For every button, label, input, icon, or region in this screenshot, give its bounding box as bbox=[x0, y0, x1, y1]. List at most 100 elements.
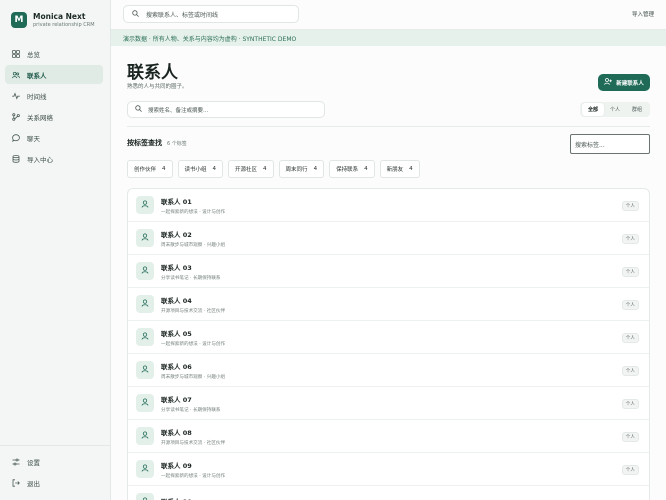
grid-icon bbox=[12, 49, 20, 58]
person-icon bbox=[141, 431, 149, 441]
contact-row[interactable]: 联系人 08 开源项目与技术交流 · 社区伙伴 个人 bbox=[128, 420, 649, 453]
contact-summary: 周末散步与城市观察 · 兴趣小组 bbox=[161, 374, 226, 380]
tag-chip[interactable]: 开源社区 4 bbox=[228, 160, 274, 178]
contact-row[interactable]: 联系人 01 一起探索新的想法 · 设计与创作 个人 bbox=[128, 189, 649, 222]
tag-label: 开源社区 bbox=[235, 167, 258, 173]
contact-search-placeholder: 搜索姓名、备注或摘要... bbox=[148, 107, 209, 114]
contact-name: 联系人 01 bbox=[161, 197, 192, 206]
network-icon bbox=[12, 112, 20, 121]
main-content: 联系人 熟悉的人与共同的圈子。 新建联系人 搜索姓名、备注或摘要... 全部 个… bbox=[111, 46, 666, 500]
avatar bbox=[136, 361, 154, 379]
avatar bbox=[136, 328, 154, 346]
avatar bbox=[136, 394, 154, 412]
person-icon bbox=[141, 464, 149, 474]
contact-row[interactable]: 联系人 02 周末散步与城市观察 · 兴趣小组 个人 bbox=[128, 222, 649, 255]
contact-type-filter: 全部 个人 群组 bbox=[579, 102, 650, 117]
new-contact-label: 新建联系人 bbox=[616, 80, 644, 87]
contact-type-badge: 个人 bbox=[621, 465, 639, 475]
contact-type-badge: 个人 bbox=[621, 267, 639, 277]
sidebar-item-timeline[interactable]: 时间线 bbox=[5, 86, 103, 105]
tag-chip[interactable]: 周末同行 4 bbox=[278, 160, 325, 178]
contact-row[interactable]: 联系人 03 分享读书笔记 · 长期保持联系 个人 bbox=[128, 255, 649, 288]
sidebar-divider bbox=[0, 445, 111, 446]
filter-all[interactable]: 全部 bbox=[581, 103, 604, 116]
tags-count: 6 个标签 bbox=[167, 141, 187, 147]
person-icon bbox=[141, 332, 149, 342]
page-title: 联系人 bbox=[127, 63, 178, 83]
contact-type-badge: 个人 bbox=[621, 333, 639, 343]
tag-chip[interactable]: 读书小组 4 bbox=[177, 160, 224, 178]
add-user-icon bbox=[604, 78, 613, 87]
filter-group[interactable]: 群组 bbox=[626, 103, 648, 116]
contact-search-input[interactable]: 搜索姓名、备注或摘要... bbox=[127, 101, 325, 118]
sidebar-item-settings[interactable]: 设置 bbox=[5, 452, 103, 471]
brand-name: Monica Next bbox=[33, 12, 86, 21]
contact-row[interactable]: 联系人 09 一起探索新的想法 · 设计与创作 个人 bbox=[128, 453, 649, 486]
avatar bbox=[136, 229, 154, 247]
contact-row[interactable]: 联系人 10 bbox=[128, 486, 649, 500]
avatar bbox=[136, 427, 154, 445]
contact-row[interactable]: 联系人 04 开源项目与技术交流 · 社区伙伴 个人 bbox=[128, 288, 649, 321]
contact-type-badge: 个人 bbox=[621, 234, 639, 244]
filter-personal[interactable]: 个人 bbox=[604, 103, 626, 116]
database-icon bbox=[12, 154, 20, 163]
global-search-input[interactable]: 搜索联系人、标签或时间线 bbox=[123, 5, 299, 23]
sidebar-item-contacts[interactable]: 联系人 bbox=[5, 65, 103, 84]
contact-summary: 开源项目与技术交流 · 社区伙伴 bbox=[161, 440, 226, 446]
tag-label: 周末同行 bbox=[285, 167, 308, 173]
logout-icon bbox=[12, 478, 20, 487]
sidebar-item-logout[interactable]: 退出 bbox=[5, 473, 103, 492]
new-contact-button[interactable]: 新建联系人 bbox=[598, 74, 650, 91]
contact-name: 联系人 06 bbox=[161, 362, 192, 371]
tag-list: 创作伙伴 4 读书小组 4 开源社区 4 周末同行 4 保持联系 4 新朋友 4 bbox=[127, 160, 420, 178]
contact-name: 联系人 09 bbox=[161, 461, 192, 470]
tag-chip[interactable]: 创作伙伴 4 bbox=[127, 160, 173, 178]
tag-search-input[interactable]: 搜索标签... bbox=[570, 134, 650, 154]
page-subtitle: 熟悉的人与共同的圈子。 bbox=[127, 84, 188, 90]
sidebar-item-label: 联系人 bbox=[27, 71, 47, 80]
sidebar-item-overview[interactable]: 总览 bbox=[5, 44, 103, 63]
import-management-link[interactable]: 导入管理 bbox=[632, 10, 654, 18]
avatar bbox=[136, 196, 154, 214]
sidebar: M Monica Next private relationship CRM 总… bbox=[0, 0, 111, 500]
contact-info: 联系人 05 一起探索新的想法 · 设计与创作 bbox=[161, 328, 225, 347]
contact-name: 联系人 10 bbox=[161, 496, 192, 500]
avatar bbox=[136, 295, 154, 313]
sidebar-nav: 总览 联系人 时间线 关系网络 聊天 导入中心 bbox=[5, 44, 103, 170]
contact-summary: 一起探索新的想法 · 设计与创作 bbox=[161, 473, 226, 479]
contact-row[interactable]: 联系人 05 一起探索新的想法 · 设计与创作 个人 bbox=[128, 321, 649, 354]
tag-count: 4 bbox=[409, 166, 413, 172]
tag-chip[interactable]: 新朋友 4 bbox=[379, 160, 420, 178]
contact-name: 联系人 05 bbox=[161, 329, 192, 338]
people-icon bbox=[12, 71, 20, 79]
avatar bbox=[136, 460, 154, 478]
contact-summary: 一起探索新的想法 · 设计与创作 bbox=[161, 341, 226, 347]
sidebar-item-network[interactable]: 关系网络 bbox=[5, 107, 103, 126]
sidebar-item-import[interactable]: 导入中心 bbox=[5, 149, 103, 168]
sidebar-item-chat[interactable]: 聊天 bbox=[5, 128, 103, 147]
tag-chip[interactable]: 保持联系 4 bbox=[329, 160, 375, 178]
demo-banner: 演示数据 · 所有人物、关系与内容均为虚构 · SYNTHETIC DEMO bbox=[111, 30, 666, 46]
tag-label: 读书小组 bbox=[184, 167, 207, 173]
brand-logo: M bbox=[11, 12, 27, 28]
contact-info: 联系人 10 bbox=[161, 496, 192, 500]
tag-count: 4 bbox=[313, 166, 318, 172]
contact-type-badge: 个人 bbox=[621, 432, 639, 442]
tag-label: 创作伙伴 bbox=[134, 167, 157, 173]
sidebar-item-label: 总览 bbox=[27, 50, 40, 59]
contact-info: 联系人 09 一起探索新的想法 · 设计与创作 bbox=[161, 460, 225, 479]
contact-type-badge: 个人 bbox=[621, 399, 639, 409]
search-icon bbox=[135, 105, 142, 114]
sidebar-item-label: 设置 bbox=[27, 458, 40, 467]
person-icon bbox=[141, 299, 149, 309]
contact-row[interactable]: 联系人 07 分享读书笔记 · 长期保持联系 个人 bbox=[128, 387, 649, 420]
pulse-icon bbox=[12, 91, 20, 100]
brand[interactable]: M Monica Next private relationship CRM bbox=[11, 12, 95, 28]
global-search-placeholder: 搜索联系人、标签或时间线 bbox=[146, 11, 219, 19]
contact-name: 联系人 03 bbox=[161, 263, 192, 272]
contact-type-badge: 个人 bbox=[621, 366, 639, 376]
tag-label: 新朋友 bbox=[386, 167, 404, 173]
contact-row[interactable]: 联系人 06 周末散步与城市观察 · 兴趣小组 个人 bbox=[128, 354, 649, 387]
tag-count: 4 bbox=[263, 166, 267, 172]
sidebar-item-label: 聊天 bbox=[27, 134, 40, 143]
